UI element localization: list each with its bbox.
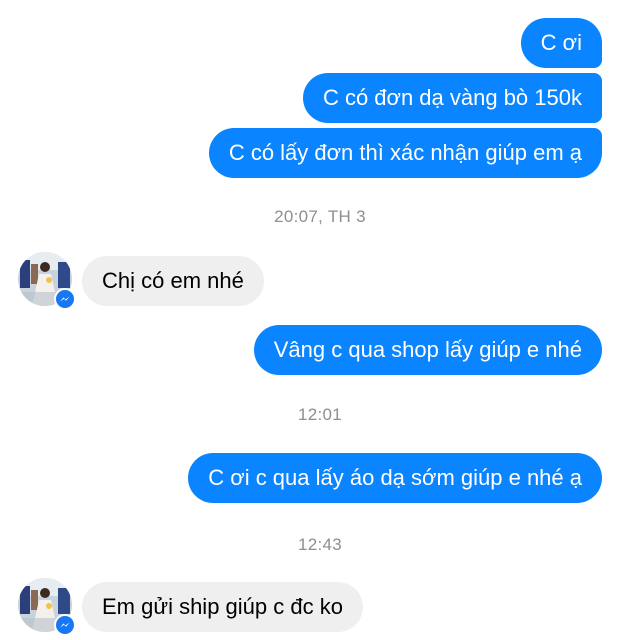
contact-avatar[interactable]: [18, 578, 76, 636]
incoming-message-bubble[interactable]: Em gửi ship giúp c đc ko: [82, 582, 363, 632]
message-thread[interactable]: C ơi C có đơn dạ vàng bò 150k C có lấy đ…: [0, 0, 640, 640]
message-timestamp: 12:01: [297, 405, 343, 424]
outgoing-message-bubble[interactable]: Vâng c qua shop lấy giúp e nhé: [253, 325, 602, 375]
message-timestamp: 20:07, TH 3: [274, 207, 366, 226]
contact-avatar[interactable]: [18, 252, 76, 310]
outgoing-message-bubble[interactable]: C có lấy đơn thì xác nhận giúp em ạ: [208, 128, 602, 178]
message-timestamp: 12:43: [297, 535, 343, 554]
messenger-badge-icon: [54, 614, 76, 636]
outgoing-message-bubble[interactable]: C ơi c qua lấy áo dạ sớm giúp e nhé ạ: [188, 453, 602, 503]
outgoing-message-bubble[interactable]: C ơi: [520, 18, 602, 68]
incoming-message-bubble[interactable]: Chị có em nhé: [82, 256, 264, 306]
messenger-badge-icon: [54, 288, 76, 310]
outgoing-message-bubble[interactable]: C có đơn dạ vàng bò 150k: [302, 73, 602, 123]
